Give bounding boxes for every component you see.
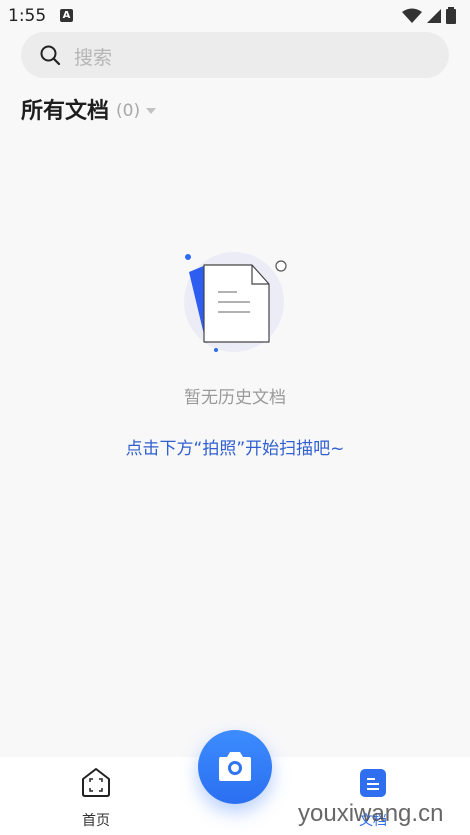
documents-icon: [360, 769, 386, 797]
page-title: 所有文档: [21, 99, 110, 124]
nav-home-label: 首页: [82, 813, 110, 829]
status-bar: 1:55 A: [0, 0, 470, 30]
chevron-down-icon[interactable]: [146, 107, 157, 114]
camera-icon: [219, 752, 251, 781]
search-bar[interactable]: 搜索: [21, 32, 449, 78]
search-input[interactable]: 搜索: [74, 43, 112, 70]
status-time: 1:55: [8, 6, 47, 26]
battery-icon: [446, 7, 456, 24]
document-count: (0): [116, 100, 141, 121]
search-icon: [40, 45, 61, 66]
signal-icon: [427, 8, 441, 23]
empty-state-message: 暂无历史文档: [184, 388, 286, 408]
nav-home[interactable]: 首页: [65, 766, 127, 832]
document-filter[interactable]: 所有文档 (0): [21, 93, 157, 125]
empty-state-hint: 点击下方“拍照”开始扫描吧~: [125, 439, 345, 459]
notification-icon: A: [60, 9, 73, 22]
wifi-icon: [402, 8, 422, 23]
status-icons: [402, 7, 456, 24]
home-scan-icon: [82, 768, 110, 797]
camera-button[interactable]: [198, 730, 272, 804]
empty-documents-illustration: [184, 252, 287, 352]
watermark: youxiwang.cn: [298, 800, 444, 827]
